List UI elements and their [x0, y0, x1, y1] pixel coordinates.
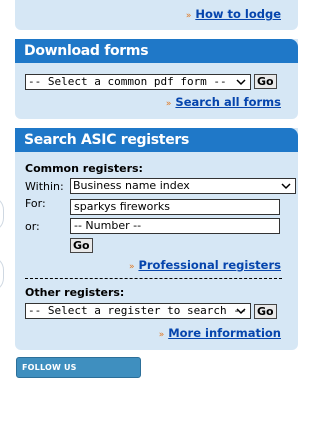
- common-registers-heading: Common registers:: [25, 162, 143, 175]
- other-registers-heading: Other registers:: [25, 286, 125, 299]
- professional-registers-row: » Professional registers: [129, 258, 281, 272]
- other-register-go-button[interactable]: Go: [254, 304, 277, 319]
- chevron-right-icon: »: [128, 262, 135, 272]
- asic-registers-panel: Search ASIC registers Common registers: …: [15, 128, 298, 350]
- within-register-select[interactable]: Business name index: [70, 178, 296, 194]
- search-number-input[interactable]: -- Number --: [70, 218, 280, 234]
- download-go-button[interactable]: Go: [254, 74, 277, 89]
- asic-registers-title: Search ASIC registers: [15, 128, 298, 152]
- for-label: For:: [25, 197, 46, 210]
- lodge-panel: » How to lodge: [15, 0, 298, 30]
- more-information-row: » More information: [159, 326, 281, 340]
- chevron-right-icon: »: [165, 99, 172, 109]
- twitter-brand-logo: twitter: [38, 379, 86, 393]
- other-register-select-value: -- Select a register to search --: [28, 304, 247, 317]
- how-to-lodge-row: » How to lodge: [186, 7, 281, 21]
- search-all-forms-link[interactable]: Search all forms: [175, 95, 281, 109]
- other-register-select[interactable]: -- Select a register to search --: [25, 303, 251, 319]
- common-pdf-form-select-value: -- Select a common pdf form --: [28, 75, 227, 88]
- download-forms-panel: Download forms -- Select a common pdf fo…: [15, 39, 298, 119]
- chevron-down-icon: [236, 79, 246, 86]
- or-label: or:: [25, 220, 40, 233]
- side-decoration-curve: [0, 196, 4, 232]
- chevron-down-icon: [281, 183, 291, 190]
- search-name-input[interactable]: sparkys fireworks: [70, 199, 280, 215]
- follow-twitter-button[interactable]: FOLLOW US ON twitter: [16, 357, 141, 393]
- how-to-lodge-link[interactable]: How to lodge: [195, 7, 281, 21]
- search-all-forms-row: » Search all forms: [166, 95, 281, 109]
- professional-registers-link[interactable]: Professional registers: [138, 258, 281, 272]
- common-pdf-form-select[interactable]: -- Select a common pdf form --: [25, 74, 251, 90]
- within-label: Within:: [25, 180, 64, 193]
- chevron-right-icon: »: [158, 330, 165, 340]
- section-divider: [25, 278, 282, 279]
- chevron-down-icon: [236, 308, 246, 315]
- within-register-select-value: Business name index: [73, 179, 190, 192]
- side-decoration-curve: [0, 256, 4, 292]
- asic-search-go-button[interactable]: Go: [70, 238, 93, 253]
- chevron-right-icon: »: [185, 11, 192, 21]
- download-forms-title: Download forms: [15, 39, 298, 63]
- more-information-link[interactable]: More information: [168, 326, 281, 340]
